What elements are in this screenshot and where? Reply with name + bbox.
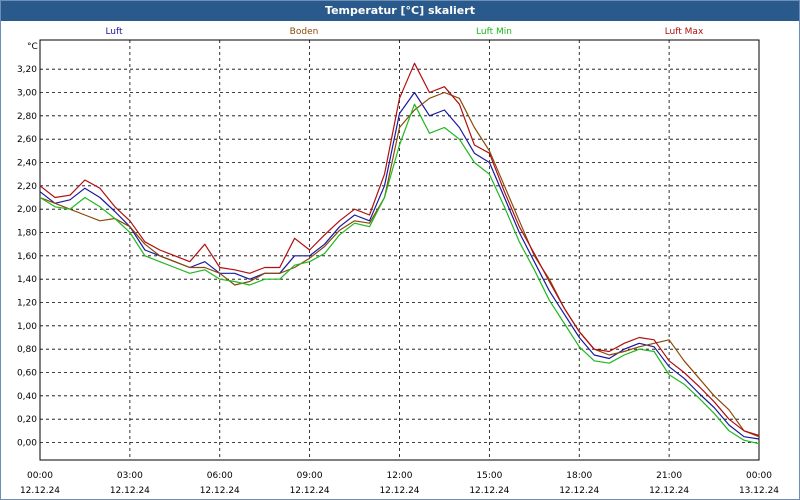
x-tick-date: 13.12.24 — [739, 486, 779, 496]
x-tick-time: 06:00 — [207, 471, 233, 481]
y-tick-label: 0,00 — [17, 439, 37, 449]
y-axis-unit: °C — [27, 42, 38, 52]
x-tick-time: 15:00 — [476, 471, 502, 481]
y-tick-label: 3,00 — [17, 89, 37, 99]
x-tick-time: 03:00 — [117, 471, 143, 481]
legend-entry: Luft Max — [665, 27, 704, 37]
x-tick-date: 12.12.24 — [379, 486, 419, 496]
x-tick-time: 18:00 — [566, 471, 592, 481]
x-tick-date: 12.12.24 — [20, 486, 60, 496]
y-tick-label: 3,20 — [17, 65, 37, 75]
y-tick-label: 0,80 — [17, 345, 37, 355]
y-tick-label: 1,40 — [17, 275, 37, 285]
x-tick-time: 00:00 — [27, 471, 53, 481]
x-tick-date: 12.12.24 — [290, 486, 330, 496]
y-tick-label: 0,60 — [17, 369, 37, 379]
y-tick-label: 1,80 — [17, 229, 37, 239]
chart-window: Temperatur [°C] skaliert 0,00 0,20 0,40 0,6… — [0, 0, 800, 500]
y-tick-label: 2,60 — [17, 135, 37, 145]
x-tick-time: 12:00 — [387, 471, 413, 481]
legend-entry: Luft — [105, 27, 123, 37]
y-tick-label: 2,40 — [17, 159, 37, 169]
x-tick-time: 21:00 — [656, 471, 682, 481]
x-tick-time: 00:00 — [746, 471, 772, 481]
y-tick-label: 1,60 — [17, 252, 37, 262]
x-tick-date: 12.12.24 — [469, 486, 509, 496]
y-tick-label: 0,20 — [17, 415, 37, 425]
legend-entry: Boden — [290, 27, 319, 37]
x-tick-date: 12.12.24 — [110, 486, 150, 496]
y-tick-label: 2,80 — [17, 112, 37, 122]
x-tick-time: 09:00 — [297, 471, 323, 481]
y-tick-label: 1,00 — [17, 322, 37, 332]
y-tick-label: 2,20 — [17, 182, 37, 192]
y-tick-label: 0,40 — [17, 392, 37, 402]
x-tick-date: 12.12.24 — [649, 486, 689, 496]
y-tick-label: 1,20 — [17, 299, 37, 309]
legend-entry: Luft Min — [476, 27, 512, 37]
line-chart: 0,00 0,20 0,40 0,60 0,80 1,00 1,20 1,40 1,60 1,80… — [17, 27, 779, 496]
x-tick-date: 12.12.24 — [200, 486, 240, 496]
x-tick-date: 12.12.24 — [559, 486, 599, 496]
y-tick-label: 2,00 — [17, 205, 37, 215]
